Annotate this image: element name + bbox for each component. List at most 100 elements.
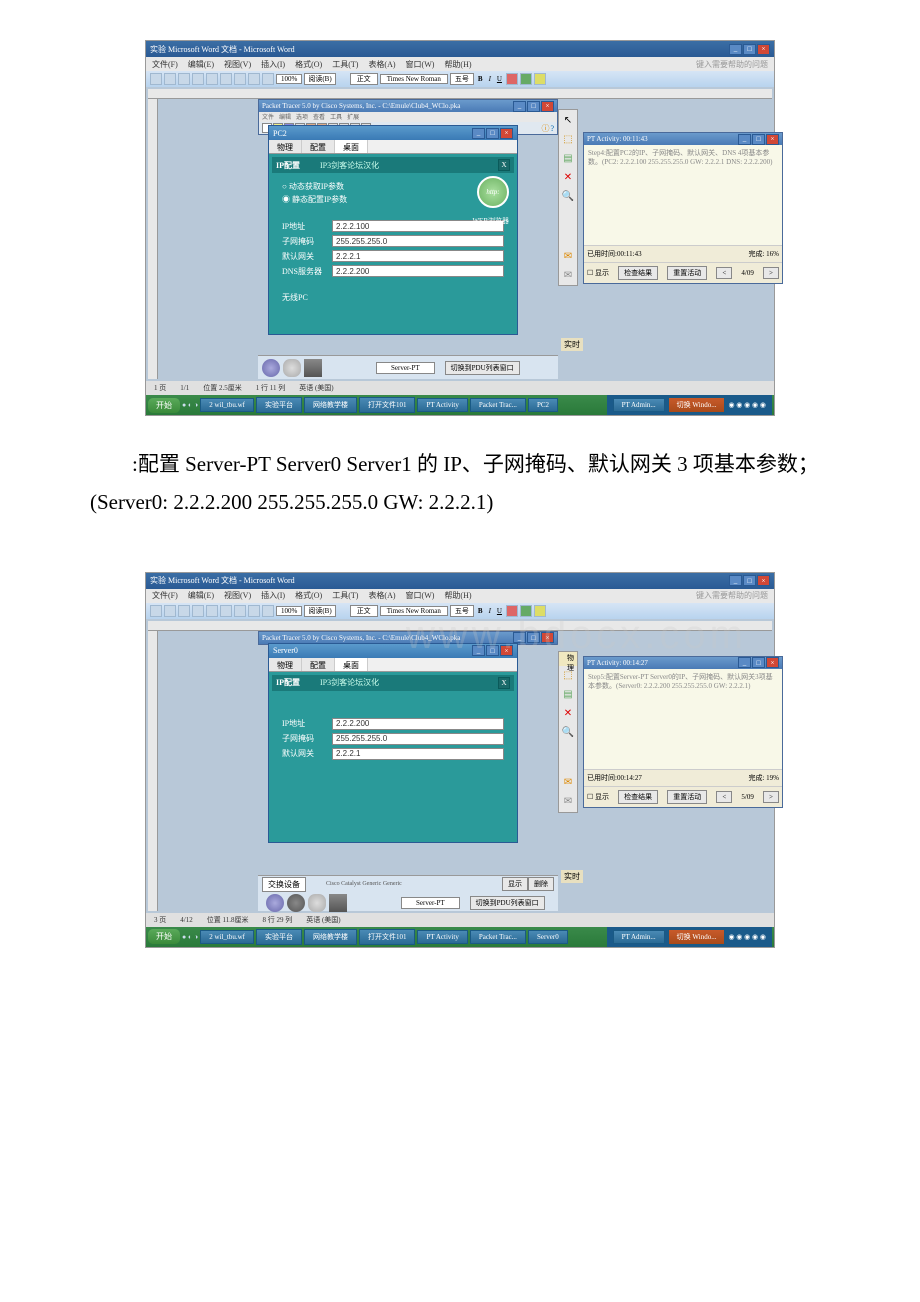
menu-table[interactable]: 表格(A) <box>368 59 395 70</box>
size-dropdown[interactable]: 五号 <box>450 605 474 617</box>
redo-icon[interactable] <box>262 605 274 617</box>
tray-item[interactable]: 切换 Windo... <box>668 929 726 945</box>
print-icon[interactable] <box>192 605 204 617</box>
paste-icon[interactable] <box>234 605 246 617</box>
bold-icon[interactable]: B <box>476 75 485 83</box>
task-item[interactable]: 打开文件101 <box>359 397 416 413</box>
close-button[interactable]: × <box>757 44 770 55</box>
act-maximize[interactable]: □ <box>752 134 765 145</box>
style-dropdown[interactable]: 正文 <box>350 73 378 85</box>
tab-desktop[interactable]: 桌面 <box>335 140 368 153</box>
border-icon[interactable] <box>520 73 532 85</box>
show-checkbox[interactable]: 显示 <box>595 269 609 277</box>
task-item[interactable]: Server0 <box>528 930 568 944</box>
tray-icons[interactable]: ◉ ◉ ◉ ◉ ◉ <box>728 933 766 941</box>
task-item[interactable]: PC2 <box>528 398 558 412</box>
bold-icon[interactable]: B <box>476 607 485 615</box>
font-dropdown[interactable]: Times New Roman <box>380 74 448 84</box>
pt-menu-edit[interactable]: 编辑 <box>279 112 291 122</box>
pt-menu-options[interactable]: 选项 <box>296 112 308 122</box>
device-server-icon[interactable] <box>329 894 347 912</box>
subnet-mask-input[interactable] <box>332 733 504 745</box>
start-button[interactable]: 开始 <box>148 398 180 413</box>
copy-icon[interactable] <box>220 73 232 85</box>
tray-item[interactable]: PT Admin... <box>613 398 665 412</box>
logical-button[interactable]: 物理 <box>559 652 577 666</box>
menu-table[interactable]: 表格(A) <box>368 590 395 601</box>
task-item[interactable]: PT Activity <box>417 930 467 944</box>
menu-tools[interactable]: 工具(T) <box>332 590 358 601</box>
act-maximize[interactable]: □ <box>752 657 765 668</box>
task-item[interactable]: 2 wil_tbu.wf <box>200 930 254 944</box>
device-cloud-icon[interactable] <box>283 359 301 377</box>
move-tool-icon[interactable]: ⬚ <box>559 130 577 148</box>
menu-view[interactable]: 视图(V) <box>224 590 251 601</box>
realtime-tab[interactable]: 实时 <box>561 870 583 883</box>
tab-config[interactable]: 配置 <box>302 140 335 153</box>
server0-minimize[interactable]: _ <box>472 645 485 656</box>
menu-insert[interactable]: 插入(I) <box>261 59 285 70</box>
tray-item[interactable]: 切换 Windo... <box>668 397 726 413</box>
copy-icon[interactable] <box>220 605 232 617</box>
undo-icon[interactable] <box>248 605 260 617</box>
pdu-list-button[interactable]: 切换到PDU列表窗口 <box>470 896 545 910</box>
note-tool-icon[interactable]: ▤ <box>559 149 577 167</box>
device-cloud-icon[interactable] <box>308 894 326 912</box>
tab-physical[interactable]: 物理 <box>269 140 302 153</box>
task-item[interactable]: 实验平台 <box>256 397 302 413</box>
del-button[interactable]: 删除 <box>528 877 554 891</box>
pt-close[interactable]: × <box>541 632 554 643</box>
envelope-open-tool-icon[interactable]: ✉ <box>559 793 577 811</box>
subnet-mask-input[interactable] <box>332 235 504 247</box>
cut-icon[interactable] <box>206 73 218 85</box>
act-minimize[interactable]: _ <box>738 657 751 668</box>
open-icon[interactable] <box>164 73 176 85</box>
pt-menu-file[interactable]: 文件 <box>262 112 274 122</box>
color-icon[interactable] <box>534 73 546 85</box>
maximize-button[interactable]: □ <box>743 44 756 55</box>
act-close[interactable]: × <box>766 134 779 145</box>
save-icon[interactable] <box>178 73 190 85</box>
border-icon[interactable] <box>520 605 532 617</box>
zoom-level[interactable]: 100% <box>276 606 302 616</box>
underline-icon[interactable]: U <box>495 75 504 83</box>
task-item[interactable]: Packet Trac... <box>470 398 526 412</box>
task-item[interactable]: 网络教学楼 <box>304 929 357 945</box>
new-icon[interactable] <box>150 605 162 617</box>
task-item[interactable]: 2 wil_tbu.wf <box>200 398 254 412</box>
ip-address-input[interactable] <box>332 718 504 730</box>
envelope-open-tool-icon[interactable]: ✉ <box>559 266 577 284</box>
device-hub-icon[interactable] <box>287 894 305 912</box>
tray-icons[interactable]: ◉ ◉ ◉ ◉ ◉ <box>728 401 766 409</box>
delete-tool-icon[interactable]: ✕ <box>559 705 577 723</box>
tab-config[interactable]: 配置 <box>302 658 335 671</box>
size-dropdown[interactable]: 五号 <box>450 73 474 85</box>
undo-icon[interactable] <box>248 73 260 85</box>
task-item[interactable]: PT Activity <box>417 398 467 412</box>
gateway-input[interactable] <box>332 250 504 262</box>
task-item[interactable]: 实验平台 <box>256 929 302 945</box>
menu-help[interactable]: 帮助(H) <box>444 59 471 70</box>
next-button[interactable]: > <box>763 267 779 279</box>
device-router-icon[interactable] <box>262 359 280 377</box>
realtime-tab[interactable]: 实时 <box>561 338 583 351</box>
envelope-tool-icon[interactable]: ✉ <box>559 247 577 265</box>
maximize-button[interactable]: □ <box>743 575 756 586</box>
pt-info-icon[interactable]: ⓘ <box>541 123 549 134</box>
device-router-icon[interactable] <box>266 894 284 912</box>
highlight-icon[interactable] <box>506 605 518 617</box>
read-mode[interactable]: 阅读(B) <box>304 605 335 617</box>
server0-close[interactable]: × <box>500 645 513 656</box>
tab-physical[interactable]: 物理 <box>269 658 302 671</box>
pt-maximize[interactable]: □ <box>527 101 540 112</box>
check-result-button[interactable]: 检查结果 <box>618 266 658 280</box>
reset-button[interactable]: 重置活动 <box>667 790 707 804</box>
pt-menu-ext[interactable]: 扩展 <box>347 112 359 122</box>
menu-edit[interactable]: 编辑(E) <box>188 59 214 70</box>
read-mode[interactable]: 阅读(B) <box>304 73 335 85</box>
pc2-close[interactable]: × <box>500 128 513 139</box>
select-tool-icon[interactable]: ⬚ <box>559 667 577 685</box>
gateway-input[interactable] <box>332 748 504 760</box>
check-result-button[interactable]: 检查结果 <box>618 790 658 804</box>
device-server-icon[interactable] <box>304 359 322 377</box>
